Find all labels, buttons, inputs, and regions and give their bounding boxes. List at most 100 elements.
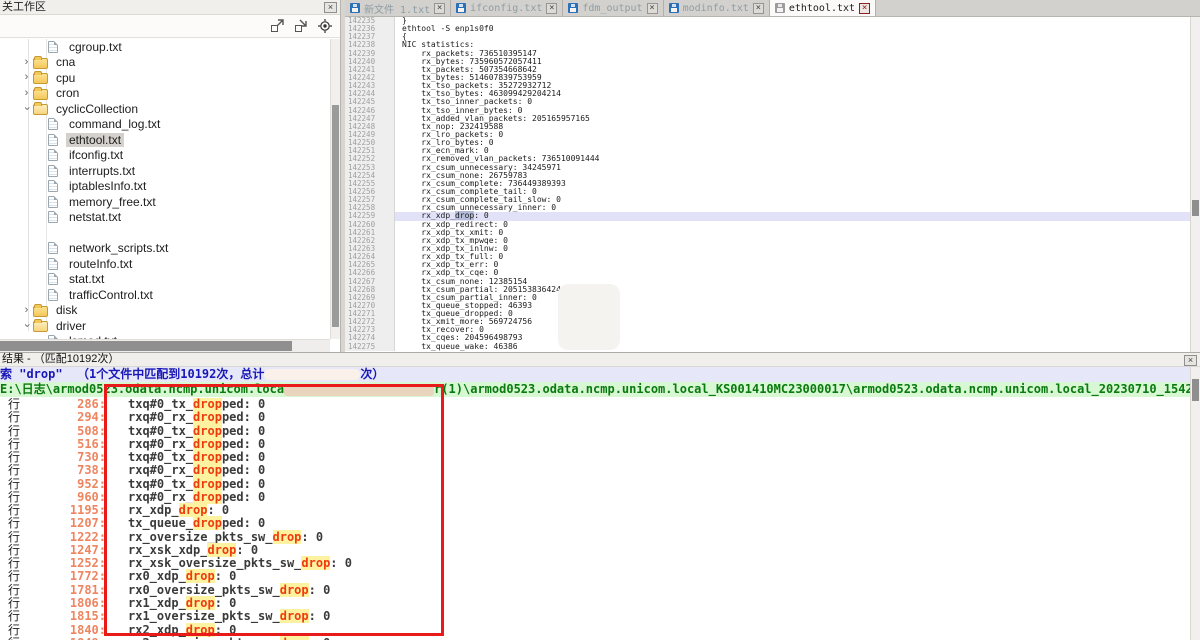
matched-file-path-suffix: r(1)\armod0523.odata.ncmp.unicom.local_K…	[434, 382, 1200, 396]
result-text: rx2_xdp_drop: 0	[128, 624, 236, 637]
locate-file-icon[interactable]	[318, 19, 332, 33]
result-row[interactable]: 行1781:rx0_oversize_pkts_sw_drop: 0	[0, 584, 1190, 597]
editor-scrollbar-thumb[interactable]	[1192, 200, 1199, 216]
tree-item-label: ethtool.txt	[66, 133, 124, 147]
tab-close-icon[interactable]: ×	[434, 3, 445, 14]
result-row[interactable]: 行286:txq#0_tx_dropped: 0	[0, 398, 1190, 411]
tab-ifconfig.txt[interactable]: ifconfig.txt×	[451, 0, 563, 16]
chevron-collapsed-icon[interactable]: ›	[20, 71, 33, 84]
matched-file-path-prefix: E:\日志\armod0523.odata.ncmp.unicom.loca	[0, 382, 284, 396]
file-icon	[48, 180, 58, 192]
tab-close-icon[interactable]: ×	[859, 3, 870, 14]
line-text: {	[395, 33, 1190, 41]
result-text: rxq#0_rx_dropped: 0	[128, 491, 265, 504]
chevron-expanded-icon[interactable]: ›	[20, 319, 33, 332]
tree-item-cna[interactable]: ›cna	[0, 55, 330, 71]
result-row[interactable]: 行1195:rx_xdp_drop: 0	[0, 504, 1190, 517]
result-row-prefix: 行	[8, 504, 24, 517]
tree-item-netstat.txt[interactable]: netstat.txt	[0, 210, 330, 226]
tab-modinfo.txt[interactable]: modinfo.txt×	[664, 0, 770, 16]
tree-vertical-scrollbar[interactable]	[330, 39, 340, 339]
match-highlight: drop	[193, 424, 222, 438]
tree-item-ethtool.txt[interactable]: ethtool.txt	[0, 132, 330, 148]
expand-to-editor-icon[interactable]	[270, 19, 284, 33]
result-row[interactable]: 行1247:rx_xsk_xdp_drop: 0	[0, 544, 1190, 557]
tree-item-label: iptablesInfo.txt	[66, 179, 149, 193]
tree-item-routeInfo.txt[interactable]: routeInfo.txt	[0, 256, 330, 272]
result-line-number: 1195:	[24, 504, 106, 517]
tab-新文件 1.txt[interactable]: 新文件 1.txt×	[345, 0, 451, 16]
collapse-from-editor-icon[interactable]	[294, 19, 308, 33]
tree-item-command_log.txt[interactable]: command_log.txt	[0, 117, 330, 133]
result-row[interactable]: 行952:txq#0_tx_dropped: 0	[0, 478, 1190, 491]
result-row[interactable]: 行730:txq#0_tx_dropped: 0	[0, 451, 1190, 464]
line-text: rx_xdp_drop: 0	[395, 212, 1190, 220]
chevron-collapsed-icon[interactable]: ›	[20, 87, 33, 100]
tab-close-icon[interactable]: ×	[647, 3, 658, 14]
tree-horizontal-scrollbar[interactable]	[0, 339, 330, 352]
result-text: rx_oversize_pkts_sw_drop: 0	[128, 531, 323, 544]
tab-fdm_output[interactable]: fdm_output×	[563, 0, 663, 16]
result-row[interactable]: 行738:rxq#0_rx_dropped: 0	[0, 464, 1190, 477]
tab-close-icon[interactable]: ×	[753, 3, 764, 14]
folder-icon	[33, 306, 48, 317]
tree-item-driver[interactable]: ›driver	[0, 318, 330, 334]
tree-item-label: memory_free.txt	[66, 195, 159, 209]
result-row[interactable]: 行1840:rx2_xdp_drop: 0	[0, 624, 1190, 637]
tree-spacer	[0, 225, 330, 241]
line-text: ethtool -S enp1s0f0	[395, 25, 1190, 33]
tree-item-network_scripts.txt[interactable]: network_scripts.txt	[0, 241, 330, 257]
results-vertical-scrollbar[interactable]	[1190, 367, 1200, 640]
result-row[interactable]: 行294:rxq#0_rx_dropped: 0	[0, 411, 1190, 424]
line-text: rx_lro_packets: 0	[395, 131, 1190, 139]
editor-vertical-scrollbar[interactable]	[1190, 17, 1200, 352]
tree-item-cpu[interactable]: ›cpu	[0, 70, 330, 86]
workspace-panel: 关工作区 × cgroup.txt›cna›cpu›cron›cyclicCol…	[0, 0, 341, 352]
line-text: rx_xdp_tx_xmit: 0	[395, 229, 1190, 237]
result-row[interactable]: 行1815:rx1_oversize_pkts_sw_drop: 0	[0, 610, 1190, 623]
tree-item-stat.txt[interactable]: stat.txt	[0, 272, 330, 288]
result-row[interactable]: 行1222:rx_oversize_pkts_sw_drop: 0	[0, 531, 1190, 544]
result-row[interactable]: 行1806:rx1_xdp_drop: 0	[0, 597, 1190, 610]
result-row[interactable]: 行1772:rx0_xdp_drop: 0	[0, 570, 1190, 583]
tree-item-trafficControl.txt[interactable]: trafficControl.txt	[0, 287, 330, 303]
chevron-collapsed-icon[interactable]: ›	[20, 56, 33, 69]
tree-horizontal-scrollbar-thumb[interactable]	[0, 341, 292, 351]
search-summary-text: 索 "drop" （1个文件中匹配到10192次，总计	[0, 367, 264, 381]
save-icon	[350, 3, 360, 13]
results-list[interactable]: 行286:txq#0_tx_dropped: 0行294:rxq#0_rx_dr…	[0, 398, 1190, 640]
result-line-number: 1247:	[24, 544, 106, 557]
tree-item-disk[interactable]: ›disk	[0, 303, 330, 319]
tree-item-interrupts.txt[interactable]: interrupts.txt	[0, 163, 330, 179]
match-highlight: drop	[193, 410, 222, 424]
result-row[interactable]: 行1207:tx_queue_dropped: 0	[0, 517, 1190, 530]
tree-item-iptablesInfo.txt[interactable]: iptablesInfo.txt	[0, 179, 330, 195]
tab-ethtool.txt[interactable]: ethtool.txt×	[770, 0, 876, 16]
editor-text-area[interactable]: 142235}142236ethtool -S enp1s0f0142237{1…	[345, 17, 1190, 352]
result-row[interactable]: 行960:rxq#0_rx_dropped: 0	[0, 491, 1190, 504]
tree-vertical-scrollbar-thumb[interactable]	[332, 105, 339, 327]
workspace-close-icon[interactable]: ×	[324, 2, 337, 13]
results-close-icon[interactable]: ×	[1184, 355, 1197, 366]
line-text: rx_xdp_tx_inlnw: 0	[395, 245, 1190, 253]
matched-file-path-row[interactable]: E:\日志\armod0523.odata.ncmp.unicom.loca r(…	[0, 382, 1200, 397]
line-text: rx_xdp_redirect: 0	[395, 221, 1190, 229]
file-icon	[48, 118, 58, 130]
tab-close-icon[interactable]: ×	[546, 3, 557, 14]
tree-item-cgroup.txt[interactable]: cgroup.txt	[0, 39, 330, 55]
tree-item-ifconfig.txt[interactable]: ifconfig.txt	[0, 148, 330, 164]
tree-item-memory_free.txt[interactable]: memory_free.txt	[0, 194, 330, 210]
redaction-blob	[284, 384, 434, 396]
result-row[interactable]: 行1252:rx_xsk_oversize_pkts_sw_drop: 0	[0, 557, 1190, 570]
chevron-collapsed-icon[interactable]: ›	[20, 304, 33, 317]
result-text: rx0_xdp_drop: 0	[128, 570, 236, 583]
file-tree[interactable]: cgroup.txt›cna›cpu›cron›cyclicCollection…	[0, 39, 330, 339]
result-row[interactable]: 行516:rxq#0_rx_dropped: 0	[0, 438, 1190, 451]
result-row[interactable]: 行508:txq#0_tx_dropped: 0	[0, 425, 1190, 438]
tree-item-cron[interactable]: ›cron	[0, 86, 330, 102]
tree-item-cyclicCollection[interactable]: ›cyclicCollection	[0, 101, 330, 117]
results-scrollbar-thumb[interactable]	[1192, 379, 1199, 401]
redaction-blob	[264, 369, 360, 380]
chevron-expanded-icon[interactable]: ›	[20, 102, 33, 115]
folder-icon	[33, 89, 48, 100]
